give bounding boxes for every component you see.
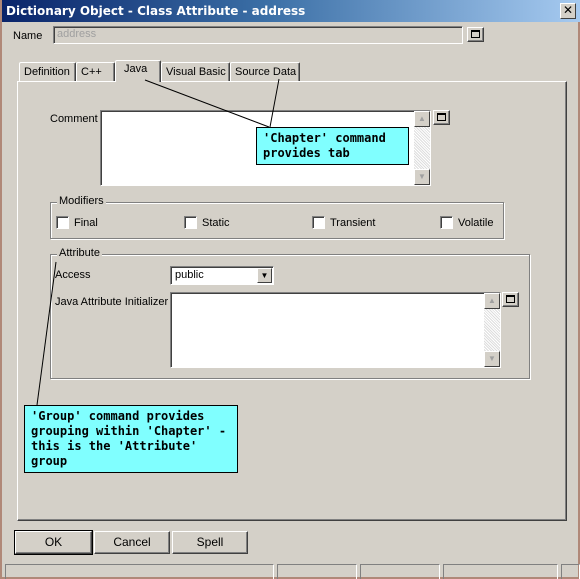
expand-icon — [437, 113, 446, 121]
transient-label: Transient — [330, 217, 376, 229]
arrow-down-icon: ▼ — [418, 172, 426, 181]
tab-label: Definition — [24, 66, 70, 78]
title-bar[interactable]: Dictionary Object - Class Attribute - ad… — [2, 0, 580, 22]
status-pane-1 — [5, 564, 274, 579]
tab-label: Visual Basic — [166, 66, 226, 78]
name-label: Name — [13, 30, 43, 42]
scroll-up-button[interactable]: ▲ — [414, 111, 430, 127]
volatile-label: Volatile — [458, 217, 494, 229]
comment-scrollbar[interactable]: ▲ ▼ — [414, 111, 430, 185]
tab-cpp[interactable]: C++ — [76, 62, 115, 81]
transient-checkbox[interactable] — [312, 216, 325, 229]
status-pane-4 — [443, 564, 558, 579]
arrow-up-icon: ▲ — [488, 296, 496, 305]
final-label: Final — [74, 217, 98, 229]
tab-source-data[interactable]: Source Data — [230, 62, 300, 81]
scroll-up-button[interactable]: ▲ — [484, 293, 500, 309]
tab-label: Source Data — [235, 66, 297, 78]
cancel-button[interactable]: Cancel — [94, 531, 170, 554]
arrow-down-icon: ▼ — [488, 354, 496, 363]
status-pane-2 — [277, 564, 357, 579]
attribute-legend: Attribute — [57, 247, 102, 259]
initializer-scrollbar[interactable]: ▲ ▼ — [484, 293, 500, 367]
modifiers-legend: Modifiers — [57, 195, 106, 207]
dialog-window: Dictionary Object - Class Attribute - ad… — [0, 0, 580, 579]
chevron-down-icon: ▼ — [260, 271, 269, 280]
access-value: public — [175, 269, 204, 281]
tab-label: Java — [124, 63, 148, 75]
close-icon: ✕ — [562, 3, 574, 17]
ok-button[interactable]: OK — [14, 530, 93, 555]
volatile-checkbox[interactable] — [440, 216, 453, 229]
name-input[interactable]: address — [53, 26, 463, 44]
expand-icon — [471, 30, 480, 38]
initializer-textarea[interactable]: ▲ ▼ — [170, 292, 501, 368]
initializer-expand-button[interactable] — [502, 292, 519, 307]
tab-visual-basic[interactable]: Visual Basic — [161, 62, 230, 81]
tab-label: C++ — [81, 66, 102, 78]
access-dropdown-button[interactable]: ▼ — [257, 268, 272, 283]
name-expand-button[interactable] — [467, 27, 484, 42]
close-button[interactable]: ✕ — [560, 3, 576, 19]
window-title: Dictionary Object - Class Attribute - ad… — [6, 4, 306, 18]
access-select[interactable]: public ▼ — [170, 266, 274, 285]
static-label: Static — [202, 217, 230, 229]
arrow-up-icon: ▲ — [418, 114, 426, 123]
group-callout: 'Group' command provides grouping within… — [24, 405, 238, 473]
scroll-down-button[interactable]: ▼ — [484, 351, 500, 367]
tab-java[interactable]: Java — [115, 60, 161, 82]
initializer-label: Java Attribute Initializer — [55, 296, 169, 308]
comment-expand-button[interactable] — [433, 110, 450, 125]
comment-label: Comment — [50, 113, 98, 125]
static-checkbox[interactable] — [184, 216, 197, 229]
final-checkbox[interactable] — [56, 216, 69, 229]
status-pane-3 — [360, 564, 440, 579]
spell-button[interactable]: Spell — [172, 531, 248, 554]
access-label: Access — [55, 269, 91, 281]
status-pane-5 — [561, 564, 580, 579]
tab-definition[interactable]: Definition — [19, 62, 76, 81]
chapter-callout: 'Chapter' command provides tab — [256, 127, 409, 165]
scroll-down-button[interactable]: ▼ — [414, 169, 430, 185]
modifiers-group: Modifiers — [50, 195, 504, 239]
expand-icon — [506, 295, 515, 303]
